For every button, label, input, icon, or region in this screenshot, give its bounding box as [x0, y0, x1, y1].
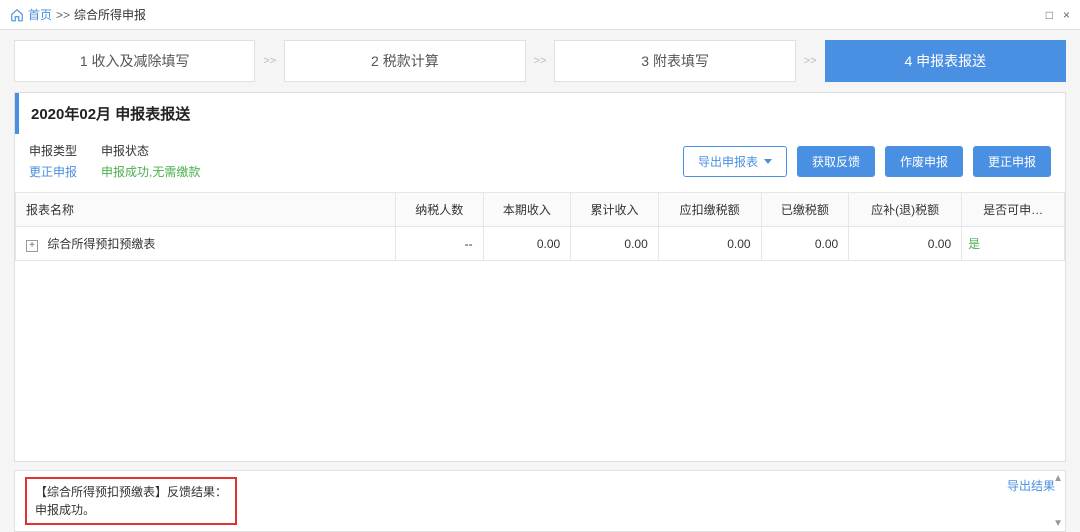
export-report-label: 导出申报表	[698, 153, 758, 170]
window-controls: □ ×	[1046, 8, 1070, 22]
meta-status-label: 申报状态	[101, 142, 200, 159]
breadcrumb-current: 综合所得申报	[74, 6, 146, 23]
action-row: 申报类型 更正申报 申报状态 申报成功,无需缴款 导出申报表 获取反馈 作废申报…	[15, 134, 1065, 192]
feedback-result-box: 【综合所得预扣预缴表】反馈结果： 申报成功。	[25, 477, 237, 525]
th-taxpayers[interactable]: 纳税人数	[396, 193, 484, 227]
meta-status: 申报状态 申报成功,无需缴款	[101, 142, 200, 180]
breadcrumb-home[interactable]: 首页	[28, 6, 52, 23]
td-current-income: 0.00	[483, 227, 571, 261]
td-cum-income: 0.00	[571, 227, 659, 261]
th-name[interactable]: 报表名称	[16, 193, 396, 227]
step-sep-2: >>	[532, 55, 549, 67]
maximize-icon[interactable]: □	[1046, 8, 1053, 22]
correct-button[interactable]: 更正申报	[973, 146, 1051, 177]
panel-head: 2020年02月 申报表报送	[15, 93, 1065, 134]
step-submit[interactable]: 4 申报表报送	[825, 40, 1066, 82]
td-paid: 0.00	[761, 227, 849, 261]
td-can: 是	[962, 227, 1065, 261]
empty-table-area	[15, 261, 1065, 461]
step-sep-1: >>	[261, 55, 278, 67]
steps-row: 1 收入及减除填写 >> 2 税款计算 >> 3 附表填写 >> 4 申报表报送	[0, 30, 1080, 92]
close-icon[interactable]: ×	[1063, 8, 1070, 22]
meta-type-value[interactable]: 更正申报	[29, 163, 77, 180]
feedback-bar: 【综合所得预扣预缴表】反馈结果： 申报成功。 导出结果 ▲ ▼	[14, 470, 1066, 532]
table-row[interactable]: + 综合所得预扣预缴表 -- 0.00 0.00 0.00 0.00 0.00 …	[16, 227, 1065, 261]
void-button[interactable]: 作废申报	[885, 146, 963, 177]
th-cum-income[interactable]: 累计收入	[571, 193, 659, 227]
th-can[interactable]: 是否可申…	[962, 193, 1065, 227]
page-title: 2020年02月 申报表报送	[31, 103, 190, 124]
top-bar: 首页 >> 综合所得申报 □ ×	[0, 0, 1080, 30]
home-icon	[10, 8, 24, 22]
step-sep-3: >>	[802, 55, 819, 67]
export-report-button[interactable]: 导出申报表	[683, 146, 787, 177]
step-tax-calc[interactable]: 2 税款计算	[284, 40, 525, 82]
scroll-down-icon[interactable]: ▼	[1053, 518, 1063, 529]
th-should-deduct[interactable]: 应扣缴税额	[658, 193, 761, 227]
step-attachments[interactable]: 3 附表填写	[554, 40, 795, 82]
td-name-text: 综合所得预扣预缴表	[47, 237, 155, 251]
export-result-link[interactable]: 导出结果	[1007, 477, 1055, 494]
th-current-income[interactable]: 本期收入	[483, 193, 571, 227]
feedback-line1: 【综合所得预扣预缴表】反馈结果：	[35, 483, 227, 501]
meta-type: 申报类型 更正申报	[29, 142, 77, 180]
main-panel: 2020年02月 申报表报送 申报类型 更正申报 申报状态 申报成功,无需缴款 …	[14, 92, 1066, 462]
td-taxpayers: --	[396, 227, 484, 261]
th-refund[interactable]: 应补(退)税额	[849, 193, 962, 227]
th-paid[interactable]: 已缴税额	[761, 193, 849, 227]
meta-status-value: 申报成功,无需缴款	[101, 163, 200, 180]
expand-icon[interactable]: +	[26, 240, 38, 252]
feedback-line2: 申报成功。	[35, 501, 227, 519]
td-name: + 综合所得预扣预缴表	[16, 227, 396, 261]
breadcrumb: 首页 >> 综合所得申报	[10, 6, 146, 23]
get-feedback-button[interactable]: 获取反馈	[797, 146, 875, 177]
scroll-up-icon[interactable]: ▲	[1053, 473, 1063, 484]
meta-fields: 申报类型 更正申报 申报状态 申报成功,无需缴款	[29, 142, 200, 180]
report-table: 报表名称 纳税人数 本期收入 累计收入 应扣缴税额 已缴税额 应补(退)税额 是…	[15, 192, 1065, 261]
td-refund: 0.00	[849, 227, 962, 261]
chevron-down-icon	[764, 159, 772, 164]
buttons-right: 导出申报表 获取反馈 作废申报 更正申报	[683, 146, 1051, 177]
step-income[interactable]: 1 收入及减除填写	[14, 40, 255, 82]
td-should-deduct: 0.00	[658, 227, 761, 261]
breadcrumb-sep: >>	[56, 8, 70, 22]
table-header-row: 报表名称 纳税人数 本期收入 累计收入 应扣缴税额 已缴税额 应补(退)税额 是…	[16, 193, 1065, 227]
meta-type-label: 申报类型	[29, 142, 77, 159]
